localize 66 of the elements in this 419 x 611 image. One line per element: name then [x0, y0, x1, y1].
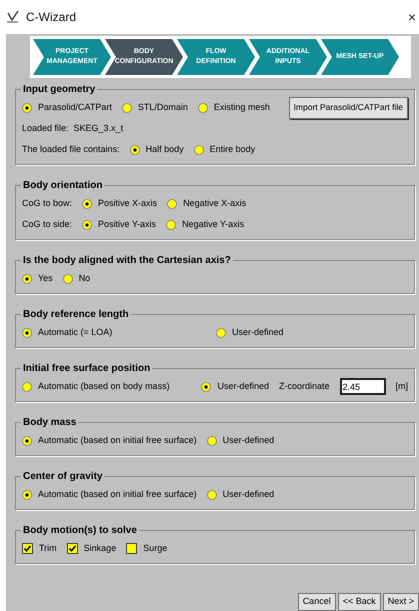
- radio-label: Half body: [146, 142, 184, 156]
- group-title: Input geometry: [22, 83, 96, 97]
- wizard-button[interactable]: Next >: [382, 593, 419, 611]
- radio-label: User-defined: [222, 434, 274, 447]
- radio-label: STL/Domain: [138, 100, 188, 114]
- radio-button[interactable]: [201, 382, 212, 392]
- group-title: Body motion(s) to solve: [22, 524, 138, 538]
- radio-label: Negative Y-axis: [182, 218, 244, 231]
- radio-label: User-defined: [232, 326, 284, 339]
- radio-button[interactable]: [82, 220, 92, 230]
- wizard-button[interactable]: << Back: [338, 593, 381, 611]
- label-text: The loaded file contains:: [22, 142, 120, 156]
- radio-label: User-defined: [222, 488, 274, 501]
- app-logo-icon: [6, 10, 20, 24]
- radio-button[interactable]: [22, 328, 32, 338]
- radio-label: Parasolid/CATPart: [38, 100, 112, 114]
- group-title: Initial free surface position: [22, 362, 152, 376]
- radio-label: Automatic (based on initial free surface): [38, 434, 197, 447]
- radio-label: No: [78, 272, 90, 285]
- radio-button[interactable]: [22, 490, 32, 500]
- radio-label: Positive Y-axis: [98, 218, 156, 231]
- group-title: Body reference length: [22, 308, 130, 322]
- checkbox[interactable]: [22, 543, 33, 554]
- checkbox-label: Trim: [39, 542, 57, 555]
- label-text: CoG to side:: [22, 218, 72, 231]
- radio-button[interactable]: [216, 328, 226, 338]
- radio-button[interactable]: [22, 436, 32, 446]
- group-title: Center of gravity: [22, 470, 104, 484]
- close-button[interactable]: ×: [408, 6, 416, 28]
- checkbox[interactable]: [66, 543, 78, 554]
- radio-label: Automatic (= LOA): [38, 326, 112, 339]
- radio-button[interactable]: [206, 490, 217, 500]
- group-title: Is the body aligned with the Cartesian axis?: [22, 254, 232, 268]
- radio-label: User-defined: [217, 380, 269, 393]
- window-title: C-Wizard: [26, 9, 76, 26]
- wizard-button[interactable]: Cancel: [298, 593, 336, 611]
- radio-label: Yes: [38, 272, 53, 285]
- radio-button[interactable]: [194, 144, 204, 154]
- radio-label: Existing mesh: [214, 100, 270, 114]
- radio-button[interactable]: [122, 102, 132, 112]
- import-button[interactable]: Import Parasolid/CATPart file: [288, 96, 408, 118]
- checkbox-label: Surge: [143, 542, 168, 555]
- radio-button[interactable]: [62, 274, 73, 284]
- radio-button[interactable]: [167, 198, 178, 208]
- group-title: Body mass: [22, 416, 78, 430]
- label-text: Loaded file: SKEG_3.x_t: [22, 122, 124, 135]
- label-text: CoG to bow:: [22, 196, 72, 210]
- radio-button[interactable]: [206, 436, 217, 446]
- radio-label: Negative X-axis: [183, 196, 246, 210]
- radio-button[interactable]: [22, 382, 32, 392]
- checkbox-label: Sinkage: [84, 542, 116, 555]
- radio-label: Positive X-axis: [98, 196, 158, 210]
- label-text: Z-coordinate: [278, 380, 330, 393]
- label-text: [m]: [396, 380, 408, 393]
- group-title: Body orientation: [22, 179, 104, 193]
- checkbox[interactable]: [126, 543, 138, 554]
- radio-button[interactable]: [82, 198, 92, 208]
- radio-label: Automatic (based on body mass): [38, 380, 170, 393]
- radio-button[interactable]: [130, 144, 140, 154]
- radio-button[interactable]: [22, 274, 32, 284]
- z-coordinate-field[interactable]: 2.45: [340, 378, 386, 395]
- radio-button[interactable]: [198, 102, 208, 112]
- radio-label: Entire body: [210, 142, 256, 156]
- radio-label: Automatic (based on initial free surface): [38, 488, 197, 501]
- radio-button[interactable]: [166, 220, 176, 230]
- radio-button[interactable]: [22, 102, 32, 112]
